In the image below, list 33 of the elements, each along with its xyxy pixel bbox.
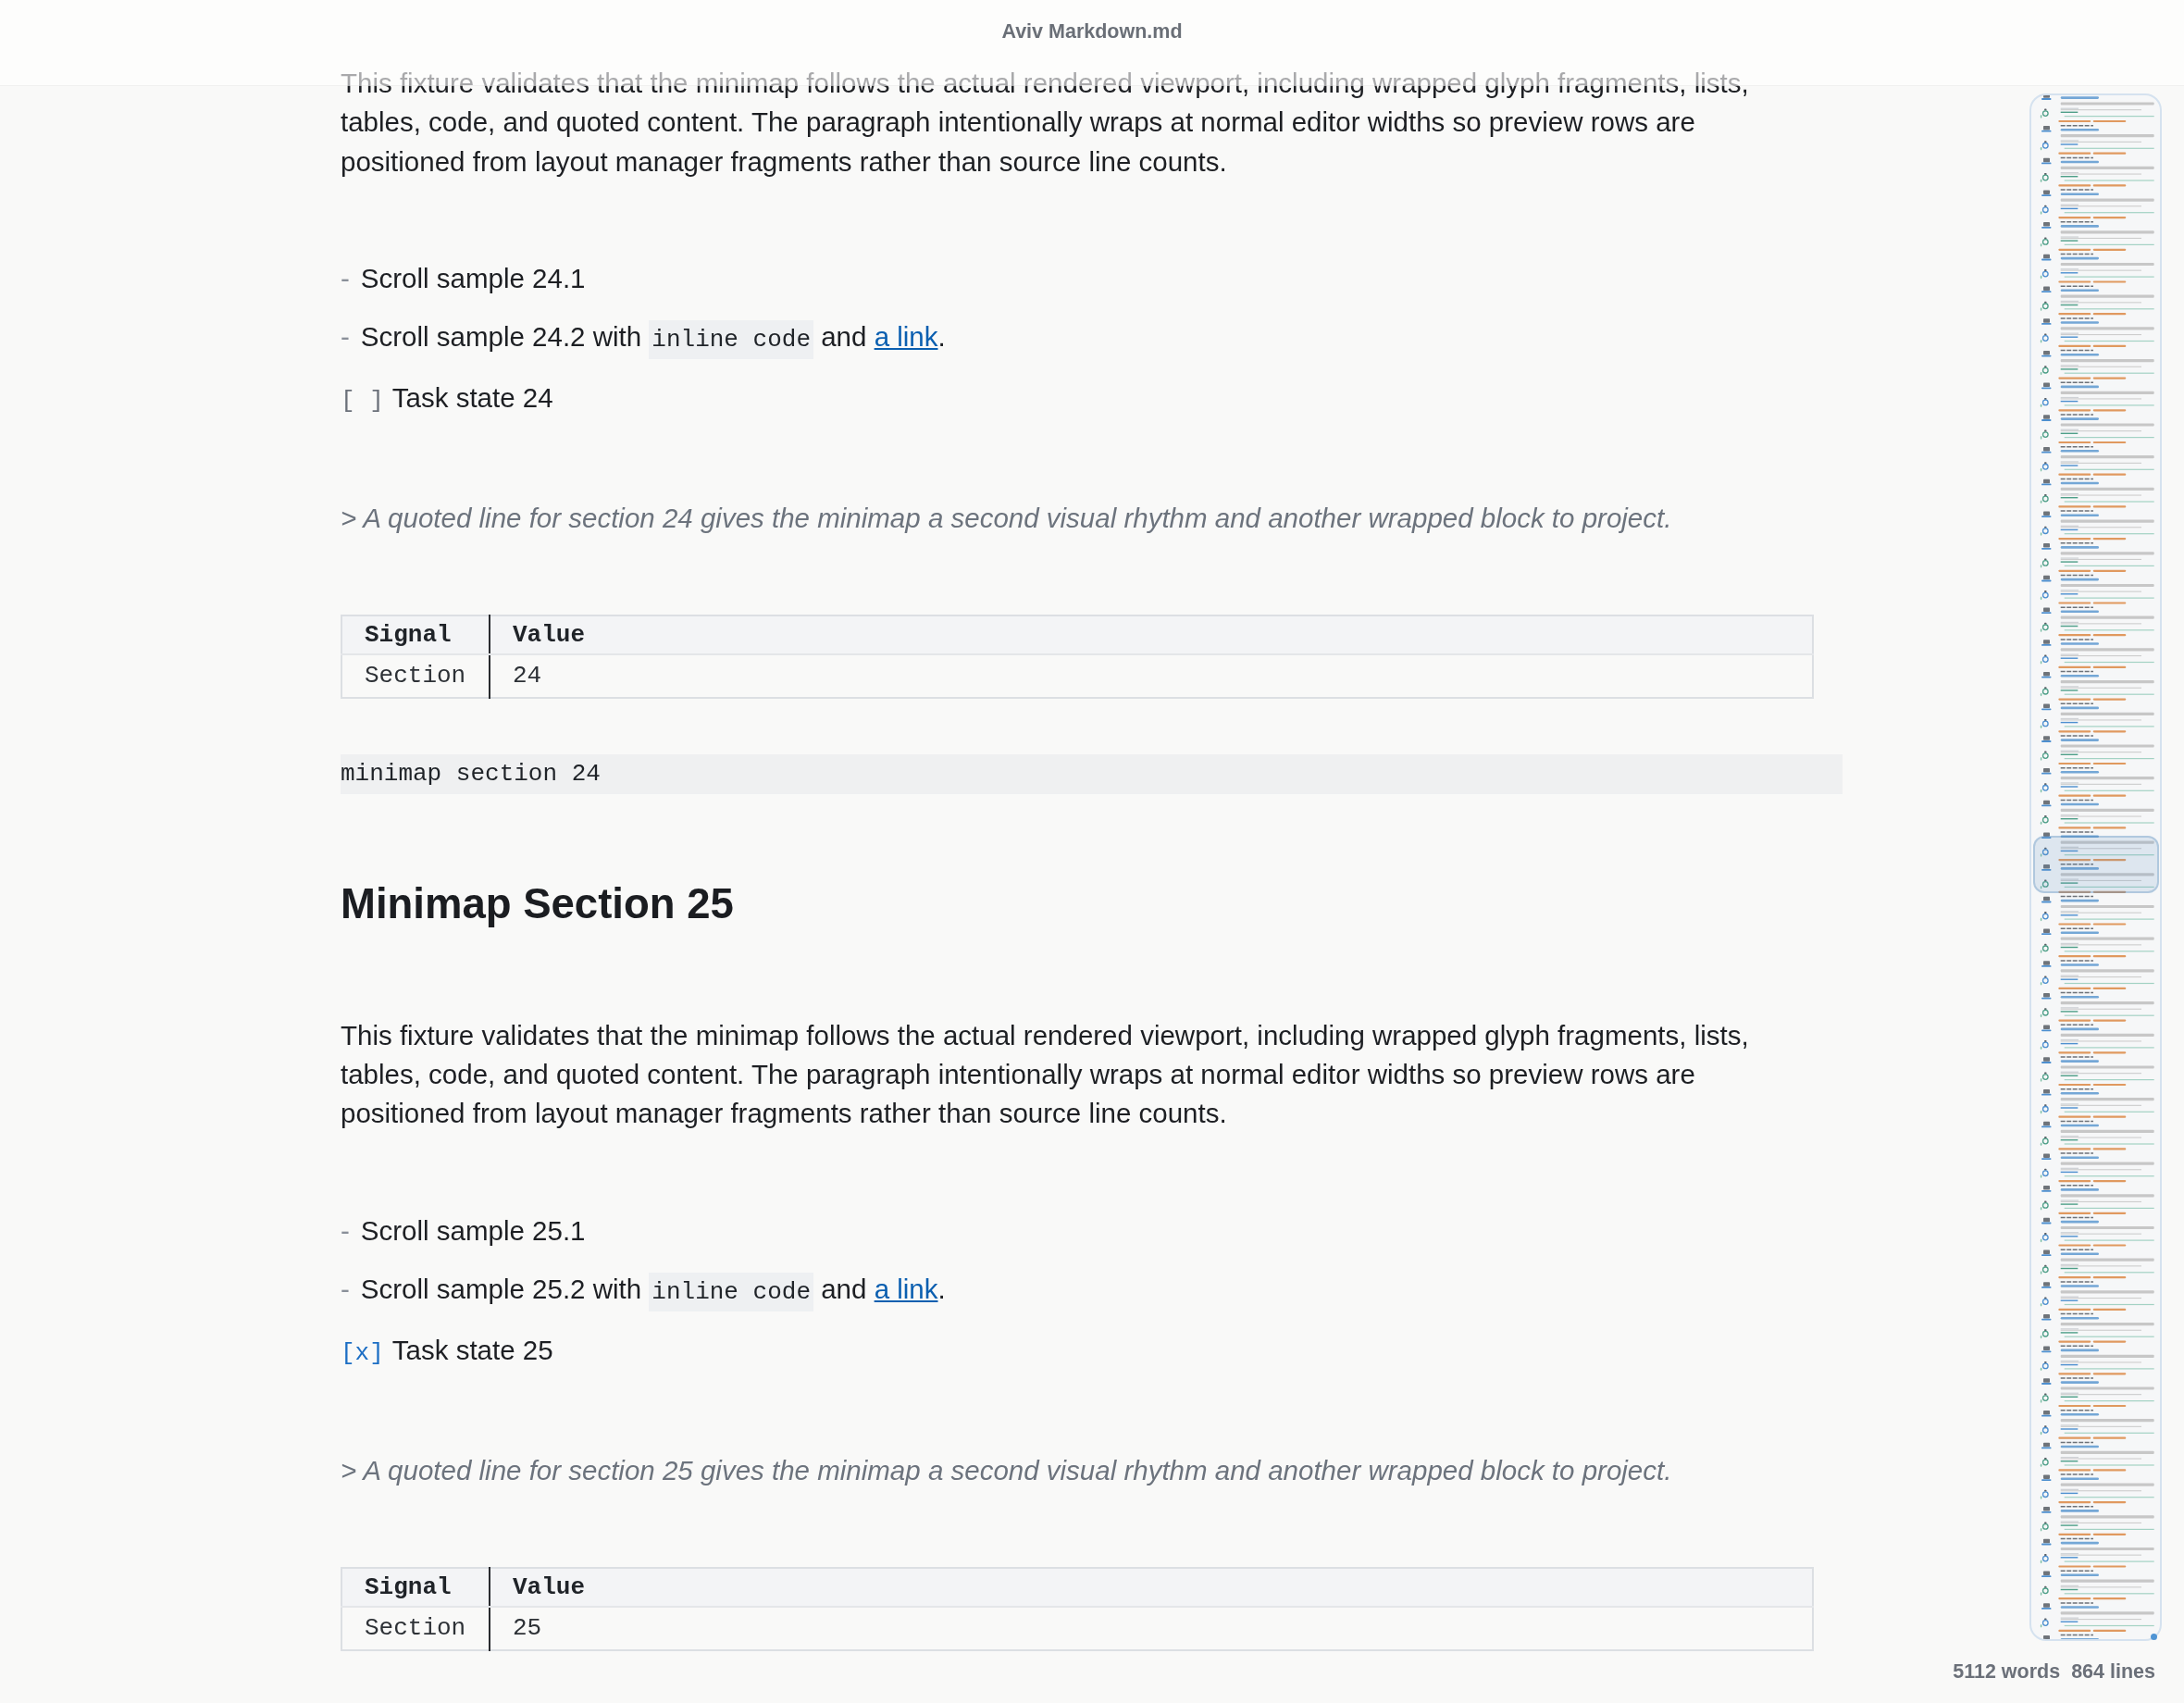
bullet-marker: -: [341, 1272, 350, 1306]
table-header-cell: Value: [490, 615, 1813, 654]
list-item-text: Scroll sample 25.1: [360, 1213, 586, 1248]
blockquote-text: > A quoted line for section 25 gives the minimap a second visual rhythm and another wrapped block to project.: [341, 1453, 1672, 1487]
list-item-text: Scroll sample 25.2 with inline code and a link.: [360, 1269, 946, 1311]
link[interactable]: a link: [874, 320, 938, 352]
link[interactable]: a link: [874, 1273, 938, 1304]
bullet-marker: -: [341, 261, 350, 295]
table-header-cell: Signal: [341, 615, 490, 654]
table-header-cell: Value: [490, 1567, 1813, 1607]
code-block: minimap section 24: [341, 753, 1843, 794]
list-item-text: Task state 24: [391, 380, 553, 415]
blockquote-text: > A quoted line for section 24 gives the minimap a second visual rhythm and another wrapped block to project.: [341, 501, 1672, 535]
table-cell: 24: [490, 653, 1813, 698]
task-checkbox[interactable]: [ ]: [341, 380, 384, 420]
paragraph-text: This fixture validates that the minimap follows the actual rendered viewport, including wrapped glyph fragments, lists, tables, code, and quoted content. The paragraph intentionally wraps at normal editor widths so preview rows are positioned from layout manager fragments rather than source line counts.: [341, 1018, 1750, 1131]
bullet-marker: -: [341, 319, 350, 354]
list-item-text: Scroll sample 24.1: [360, 261, 586, 295]
table-cell: Section: [341, 653, 490, 698]
table-cell: 25: [490, 1606, 1813, 1650]
section-heading: Minimap Section 25: [341, 878, 734, 929]
minimap-viewport-handle[interactable]: [2033, 836, 2159, 893]
table-header-cell: Signal: [341, 1567, 490, 1607]
task-checkbox[interactable]: [x]: [341, 1333, 384, 1373]
paragraph-text: This fixture validates that the minimap follows the actual rendered viewport, including wrapped glyph fragments, lists, tables, code, and quoted content. The paragraph intentionally wraps at normal editor widths so preview rows are positioned from layout manager fragments rather than source line counts.: [341, 67, 1750, 179]
window-title: Aviv Markdown.md: [1001, 20, 1183, 43]
position-dot-icon: [2151, 1634, 2157, 1640]
bullet-marker: -: [341, 1213, 350, 1248]
list-item-text: Scroll sample 24.2 with inline code and a link.: [360, 317, 946, 359]
word-count: 5112 words: [1953, 1659, 2061, 1684]
list-item-text: Task state 25: [391, 1333, 553, 1367]
line-count: 864 lines: [2071, 1659, 2155, 1684]
table-cell: Section: [341, 1606, 490, 1650]
